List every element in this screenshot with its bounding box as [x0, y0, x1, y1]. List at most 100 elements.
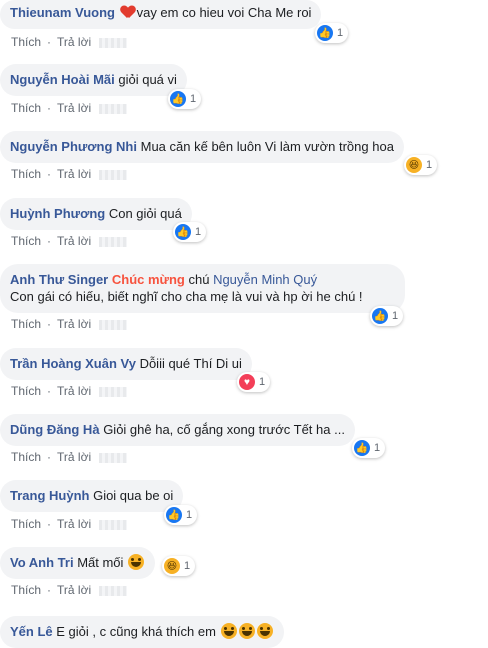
comment-bubble: Anh Thư Singer Chúc mừng chú Nguyễn Minh…: [0, 264, 405, 313]
like-reaction-icon: 👍: [317, 25, 333, 41]
comment-text: giỏi quá vi: [118, 72, 177, 87]
reaction-count[interactable]: 👍 1: [315, 23, 349, 43]
comment-text: chú: [188, 272, 210, 287]
comment-bubble: Vo Anh Tri Mất mối: [0, 547, 156, 579]
comment: Yến Lê E giỏi , c cũng khá thích em: [0, 616, 284, 648]
mention-link[interactable]: Nguyễn Minh Quý: [213, 272, 317, 287]
laughing-emoji-icon: [256, 623, 273, 639]
laughing-emoji-icon: [238, 623, 255, 639]
like-link[interactable]: Thích: [11, 101, 41, 115]
comment-actions: Thích · Trả lời: [11, 35, 128, 49]
comment-bubble: Yến Lê E giỏi , c cũng khá thích em: [0, 616, 284, 648]
comment-text: vay em co hieu voi Cha Me roi: [136, 5, 312, 20]
comment-actions: Thích · Trả lời: [11, 583, 128, 597]
reaction-count[interactable]: 👍 1: [168, 89, 202, 109]
reply-link[interactable]: Trả lời: [57, 583, 91, 597]
comment-text: Gioi qua be oi: [93, 488, 174, 503]
comment-author[interactable]: Dũng Đăng Hà: [10, 422, 100, 437]
comment-author[interactable]: Anh Thư Singer: [10, 272, 108, 287]
comment: Anh Thư Singer Chúc mừng chú Nguyễn Minh…: [0, 264, 405, 331]
reply-link[interactable]: Trả lời: [57, 167, 91, 181]
like-link[interactable]: Thích: [11, 384, 41, 398]
reply-link[interactable]: Trả lời: [57, 317, 91, 331]
timestamp-blurred: [99, 585, 128, 596]
comment-author[interactable]: Trần Hoàng Xuân Vy: [10, 356, 136, 371]
like-link[interactable]: Thích: [11, 517, 41, 531]
like-reaction-icon: 👍: [175, 224, 191, 240]
comment-bubble: Nguyễn Phương Nhi Mua căn kế bên luôn Vi…: [0, 131, 404, 163]
comment-actions: Thích · Trả lời: [11, 517, 128, 531]
comment-actions: Thích · Trả lời: [11, 450, 128, 464]
comment-bubble: Trang Huỳnh Gioi qua be oi: [0, 480, 184, 512]
reply-link[interactable]: Trả lời: [57, 517, 91, 531]
timestamp-blurred: [99, 236, 128, 247]
comment-text: Mất mối: [77, 555, 124, 570]
comment-author[interactable]: Nguyễn Phương Nhi: [10, 139, 137, 154]
comment-actions: Thích · Trả lời: [11, 167, 128, 181]
like-reaction-icon: 👍: [372, 308, 388, 324]
sticker-text: Chúc mừng: [111, 272, 185, 287]
comment-actions: Thích · Trả lời: [11, 317, 128, 331]
reaction-count[interactable]: 👍 1: [173, 222, 207, 242]
comment-actions: Thích · Trả lời: [11, 384, 128, 398]
reply-link[interactable]: Trả lời: [57, 101, 91, 115]
comment: Nguyễn Hoài Mãi giỏi quá vi 👍 1 Thích · Trả…: [0, 64, 202, 115]
comment-author[interactable]: Nguyễn Hoài Mãi: [10, 72, 115, 87]
comment-author[interactable]: Trang Huỳnh: [10, 488, 89, 503]
comment-bubble: Nguyễn Hoài Mãi giỏi quá vi: [0, 64, 187, 96]
comment: Trần Hoàng Xuân Vy Dỗiii qué Thí Di ui ♥…: [0, 348, 271, 398]
comment: Nguyễn Phương Nhi Mua căn kế bên luôn Vi…: [0, 131, 438, 181]
comment-bubble: Trần Hoàng Xuân Vy Dỗiii qué Thí Di ui: [0, 348, 252, 380]
comment-text: Con giỏi quá: [108, 206, 182, 221]
timestamp-blurred: [99, 452, 128, 463]
timestamp-blurred: [99, 386, 128, 397]
reaction-count[interactable]: 👍 1: [352, 438, 386, 458]
timestamp-blurred: [99, 37, 128, 48]
comment-author[interactable]: Vo Anh Tri: [10, 555, 74, 570]
reaction-count[interactable]: ♥ 1: [237, 372, 271, 392]
like-link[interactable]: Thích: [11, 317, 41, 331]
reaction-count[interactable]: 😆 1: [162, 556, 196, 576]
comment-actions: Thích · Trả lời: [11, 234, 128, 248]
comment: Huỳnh Phương Con giỏi quá 👍 1 Thích · Trả l…: [0, 198, 207, 248]
comment-bubble: Huỳnh Phương Con giỏi quá: [0, 198, 192, 230]
haha-reaction-icon: 😆: [406, 157, 422, 173]
comment-text: Giỏi ghê ha, cố gắng xong trước Tết ha .…: [103, 422, 345, 437]
love-reaction-icon: ♥: [239, 374, 255, 390]
comment-bubble: Thieunam Vuong vay em co hieu voi Cha Me…: [0, 0, 322, 29]
reply-link[interactable]: Trả lời: [57, 384, 91, 398]
comment-author[interactable]: Thieunam Vuong: [10, 5, 115, 20]
reply-link[interactable]: Trả lời: [57, 234, 91, 248]
haha-reaction-icon: 😆: [164, 558, 180, 574]
timestamp-blurred: [99, 169, 128, 180]
comment-actions: Thích · Trả lời: [11, 101, 128, 115]
timestamp-blurred: [99, 319, 128, 330]
like-link[interactable]: Thích: [11, 234, 41, 248]
comment-bubble: Dũng Đăng Hà Giỏi ghê ha, cố gắng xong t…: [0, 414, 355, 446]
like-link[interactable]: Thích: [11, 450, 41, 464]
laughing-emoji-icon: [220, 623, 237, 639]
like-reaction-icon: 👍: [170, 91, 186, 107]
crying-emoji-icon: [128, 554, 145, 570]
comment: Dũng Đăng Hà Giỏi ghê ha, cố gắng xong t…: [0, 414, 386, 464]
reaction-count[interactable]: 👍 1: [164, 505, 198, 525]
timestamp-blurred: [99, 103, 128, 114]
like-reaction-icon: 👍: [166, 507, 182, 523]
like-link[interactable]: Thích: [11, 35, 41, 49]
like-reaction-icon: 👍: [354, 440, 370, 456]
reply-link[interactable]: Trả lời: [57, 450, 91, 464]
reply-link[interactable]: Trả lời: [57, 35, 91, 49]
comment-author[interactable]: Yến Lê: [10, 624, 53, 639]
comment-author[interactable]: Huỳnh Phương: [10, 206, 105, 221]
like-link[interactable]: Thích: [11, 167, 41, 181]
heart-emoji-icon: [121, 6, 135, 19]
comment: Thieunam Vuong vay em co hieu voi Cha Me…: [0, 0, 349, 49]
like-link[interactable]: Thích: [11, 583, 41, 597]
reaction-count[interactable]: 😆 1: [404, 155, 438, 175]
comment-text-line2: Con gái có hiếu, biết nghĩ cho cha mẹ là…: [10, 289, 363, 304]
comment-text: Mua căn kế bên luôn Vi làm vườn trồng ho…: [140, 139, 394, 154]
comment: Vo Anh Tri Mất mối 😆 1 Thích · Trả lời: [0, 547, 196, 597]
comment-text: Dỗiii qué Thí Di ui: [139, 356, 242, 371]
comment: Trang Huỳnh Gioi qua be oi 👍 1 Thích · Trả …: [0, 480, 198, 531]
reaction-count[interactable]: 👍 1: [370, 306, 404, 326]
